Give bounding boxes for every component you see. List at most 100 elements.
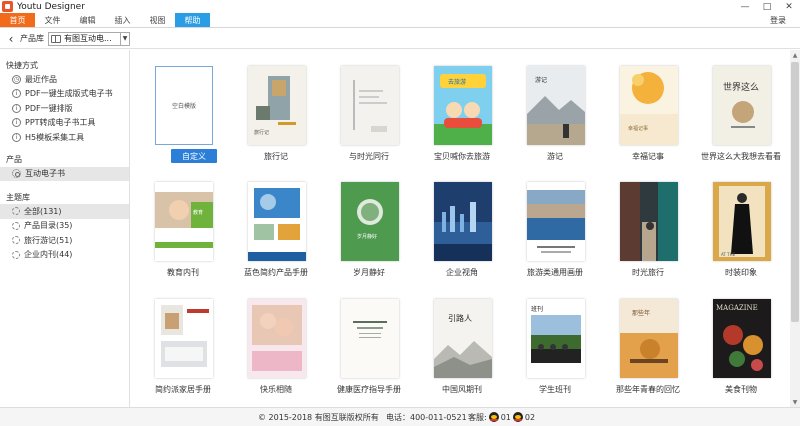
template-name: 旅游类通用画册 [527, 268, 583, 277]
scroll-down-icon[interactable]: ▼ [790, 397, 800, 407]
menu-view[interactable]: 视图 [140, 13, 175, 27]
world-cover-image: 世界这么 [713, 66, 771, 145]
template-card[interactable]: 与时光同行 [323, 52, 415, 170]
template-thumbnail[interactable] [248, 299, 306, 378]
menu-bar: 首页 文件 编辑 插入 视图 帮助 登录 [0, 13, 800, 28]
gear-icon [12, 169, 21, 179]
sidebar-item-label: PDF一键排版 [25, 103, 73, 113]
template-card[interactable]: 岁月静好 岁月静好 [323, 168, 415, 286]
template-thumbnail[interactable]: MAGAZINE [713, 299, 771, 378]
template-thumbnail[interactable] [155, 299, 213, 378]
template-thumbnail[interactable]: 岁月静好 [341, 182, 399, 261]
template-thumbnail[interactable]: 那些年 [620, 299, 678, 378]
template-name: 健康医疗指导手册 [337, 385, 401, 394]
sidebar-item-interactive-ebook[interactable]: 互动电子书 [0, 166, 129, 181]
chevron-down-icon[interactable]: ▼ [120, 32, 129, 45]
template-thumbnail[interactable] [620, 182, 678, 261]
template-card[interactable]: 简约派家居手册 [137, 285, 229, 403]
qq-icon[interactable] [512, 412, 523, 422]
youth-cover-image: 那些年 [620, 299, 678, 378]
service-link-1[interactable]: 01 [501, 413, 511, 422]
template-thumbnail[interactable] [341, 299, 399, 378]
service-label: 客服: [468, 412, 487, 422]
sidebar-item-recent[interactable]: ◷ 最近作品 [0, 72, 129, 87]
sidebar-item-h5-tool[interactable]: i H5模板采集工具 [0, 130, 129, 145]
template-thumbnail[interactable] [248, 182, 306, 261]
maximize-button[interactable]: □ [756, 0, 778, 13]
template-card[interactable]: 班刊 学生班刊 [509, 285, 601, 403]
sidebar-item-ppt-tool[interactable]: i PPT转成电子书工具 [0, 116, 129, 131]
template-thumbnail[interactable]: 世界这么 [713, 66, 771, 145]
blue-manual-cover-image [248, 182, 306, 261]
blank-template-thumbnail[interactable]: 空白模版 [155, 66, 213, 145]
template-card[interactable]: 教育 教育内刊 [137, 168, 229, 286]
food-cover-image: MAGAZINE [713, 299, 771, 378]
template-name: 那些年青春的回忆 [616, 385, 680, 394]
template-card[interactable]: 幸福记事 幸福记事 [602, 52, 694, 170]
template-thumbnail[interactable] [527, 182, 585, 261]
back-arrow-icon[interactable]: ‹ [6, 32, 16, 46]
menu-help[interactable]: 帮助 [175, 13, 210, 27]
sidebar-item-all[interactable]: 全部(131) [0, 204, 129, 219]
customer-service: 客服: 01 02 [468, 412, 535, 423]
sidebar-item-pdf-layout[interactable]: i PDF一键排版 [0, 101, 129, 116]
template-thumbnail[interactable] [434, 182, 492, 261]
login-link[interactable]: 登录 [770, 13, 786, 28]
city-night-cover-image [434, 182, 492, 261]
menu-home[interactable]: 首页 [0, 13, 35, 27]
template-card-blank[interactable]: 空白模版 自定义 [137, 52, 229, 170]
app-title: Youtu Designer [17, 1, 85, 12]
kids-travel-cover-image: 去旅游 [434, 66, 492, 145]
template-card[interactable]: 旅行记 旅行记 [230, 52, 322, 170]
template-card[interactable]: AT THE 时装印象 [695, 168, 787, 286]
sidebar-item-catalog[interactable]: 产品目录(35) [0, 219, 129, 234]
template-thumbnail[interactable]: AT THE [713, 182, 771, 261]
template-thumbnail[interactable]: 幸福记事 [620, 66, 678, 145]
template-card[interactable]: 世界这么 世界这么大我想去看看 [695, 52, 787, 170]
info-icon: i [12, 103, 21, 113]
template-card[interactable]: 健康医疗指导手册 [323, 285, 415, 403]
template-name: 快乐相随 [260, 385, 292, 394]
loading-ring-icon [12, 236, 20, 245]
template-thumbnail[interactable]: 引路人 [434, 299, 492, 378]
sidebar-item-corporate[interactable]: 企业内刊(44) [0, 248, 129, 263]
scroll-up-icon[interactable]: ▲ [790, 50, 800, 60]
scroll-thumb[interactable] [791, 62, 799, 322]
library-select[interactable]: 有图互动电... ▼ [48, 31, 130, 46]
education-cover-image: 教育 [155, 182, 213, 261]
template-card[interactable]: 旅游类通用画册 [509, 168, 601, 286]
sidebar-item-label: H5模板采集工具 [25, 132, 85, 142]
vertical-scrollbar[interactable]: ▲ ▼ [790, 50, 800, 407]
menu-insert[interactable]: 插入 [105, 13, 140, 27]
template-name: 教育内刊 [167, 268, 199, 277]
template-thumbnail[interactable]: 旅行记 [248, 66, 306, 145]
template-card[interactable]: 快乐相随 [230, 285, 322, 403]
template-card[interactable]: 游记 游记 [509, 52, 601, 170]
close-button[interactable]: ✕ [778, 0, 800, 13]
menu-edit[interactable]: 编辑 [70, 13, 105, 27]
template-thumbnail[interactable]: 教育 [155, 182, 213, 261]
service-link-2[interactable]: 02 [525, 413, 535, 422]
template-card[interactable]: 企业视角 [416, 168, 508, 286]
minimize-button[interactable]: — [734, 0, 756, 13]
qq-icon[interactable] [488, 412, 499, 422]
template-card[interactable]: 去旅游 宝贝喊你去旅游 [416, 52, 508, 170]
info-icon: i [12, 89, 21, 99]
template-thumbnail[interactable]: 游记 [527, 66, 585, 145]
template-name: 中国风期刊 [442, 385, 482, 394]
template-card[interactable]: 那些年 那些年青春的回忆 [602, 285, 694, 403]
template-name: 时装印象 [725, 268, 757, 277]
sidebar-item-pdf-ebook[interactable]: i PDF一键生成版式电子书 [0, 87, 129, 102]
sidebar-item-travel[interactable]: 旅行游记(51) [0, 233, 129, 248]
template-card[interactable]: 引路人 中国风期刊 [416, 285, 508, 403]
template-card[interactable]: 蓝色简约产品手册 [230, 168, 322, 286]
loading-ring-icon [12, 207, 20, 216]
product-heading: 产品 [6, 155, 22, 164]
menu-file[interactable]: 文件 [35, 13, 70, 27]
template-thumbnail[interactable]: 班刊 [527, 299, 585, 378]
template-thumbnail[interactable]: 去旅游 [434, 66, 492, 145]
template-card[interactable]: 时光旅行 [602, 168, 694, 286]
custom-button[interactable]: 自定义 [171, 149, 217, 163]
template-card[interactable]: MAGAZINE 美食刊物 [695, 285, 787, 403]
template-thumbnail[interactable] [341, 66, 399, 145]
